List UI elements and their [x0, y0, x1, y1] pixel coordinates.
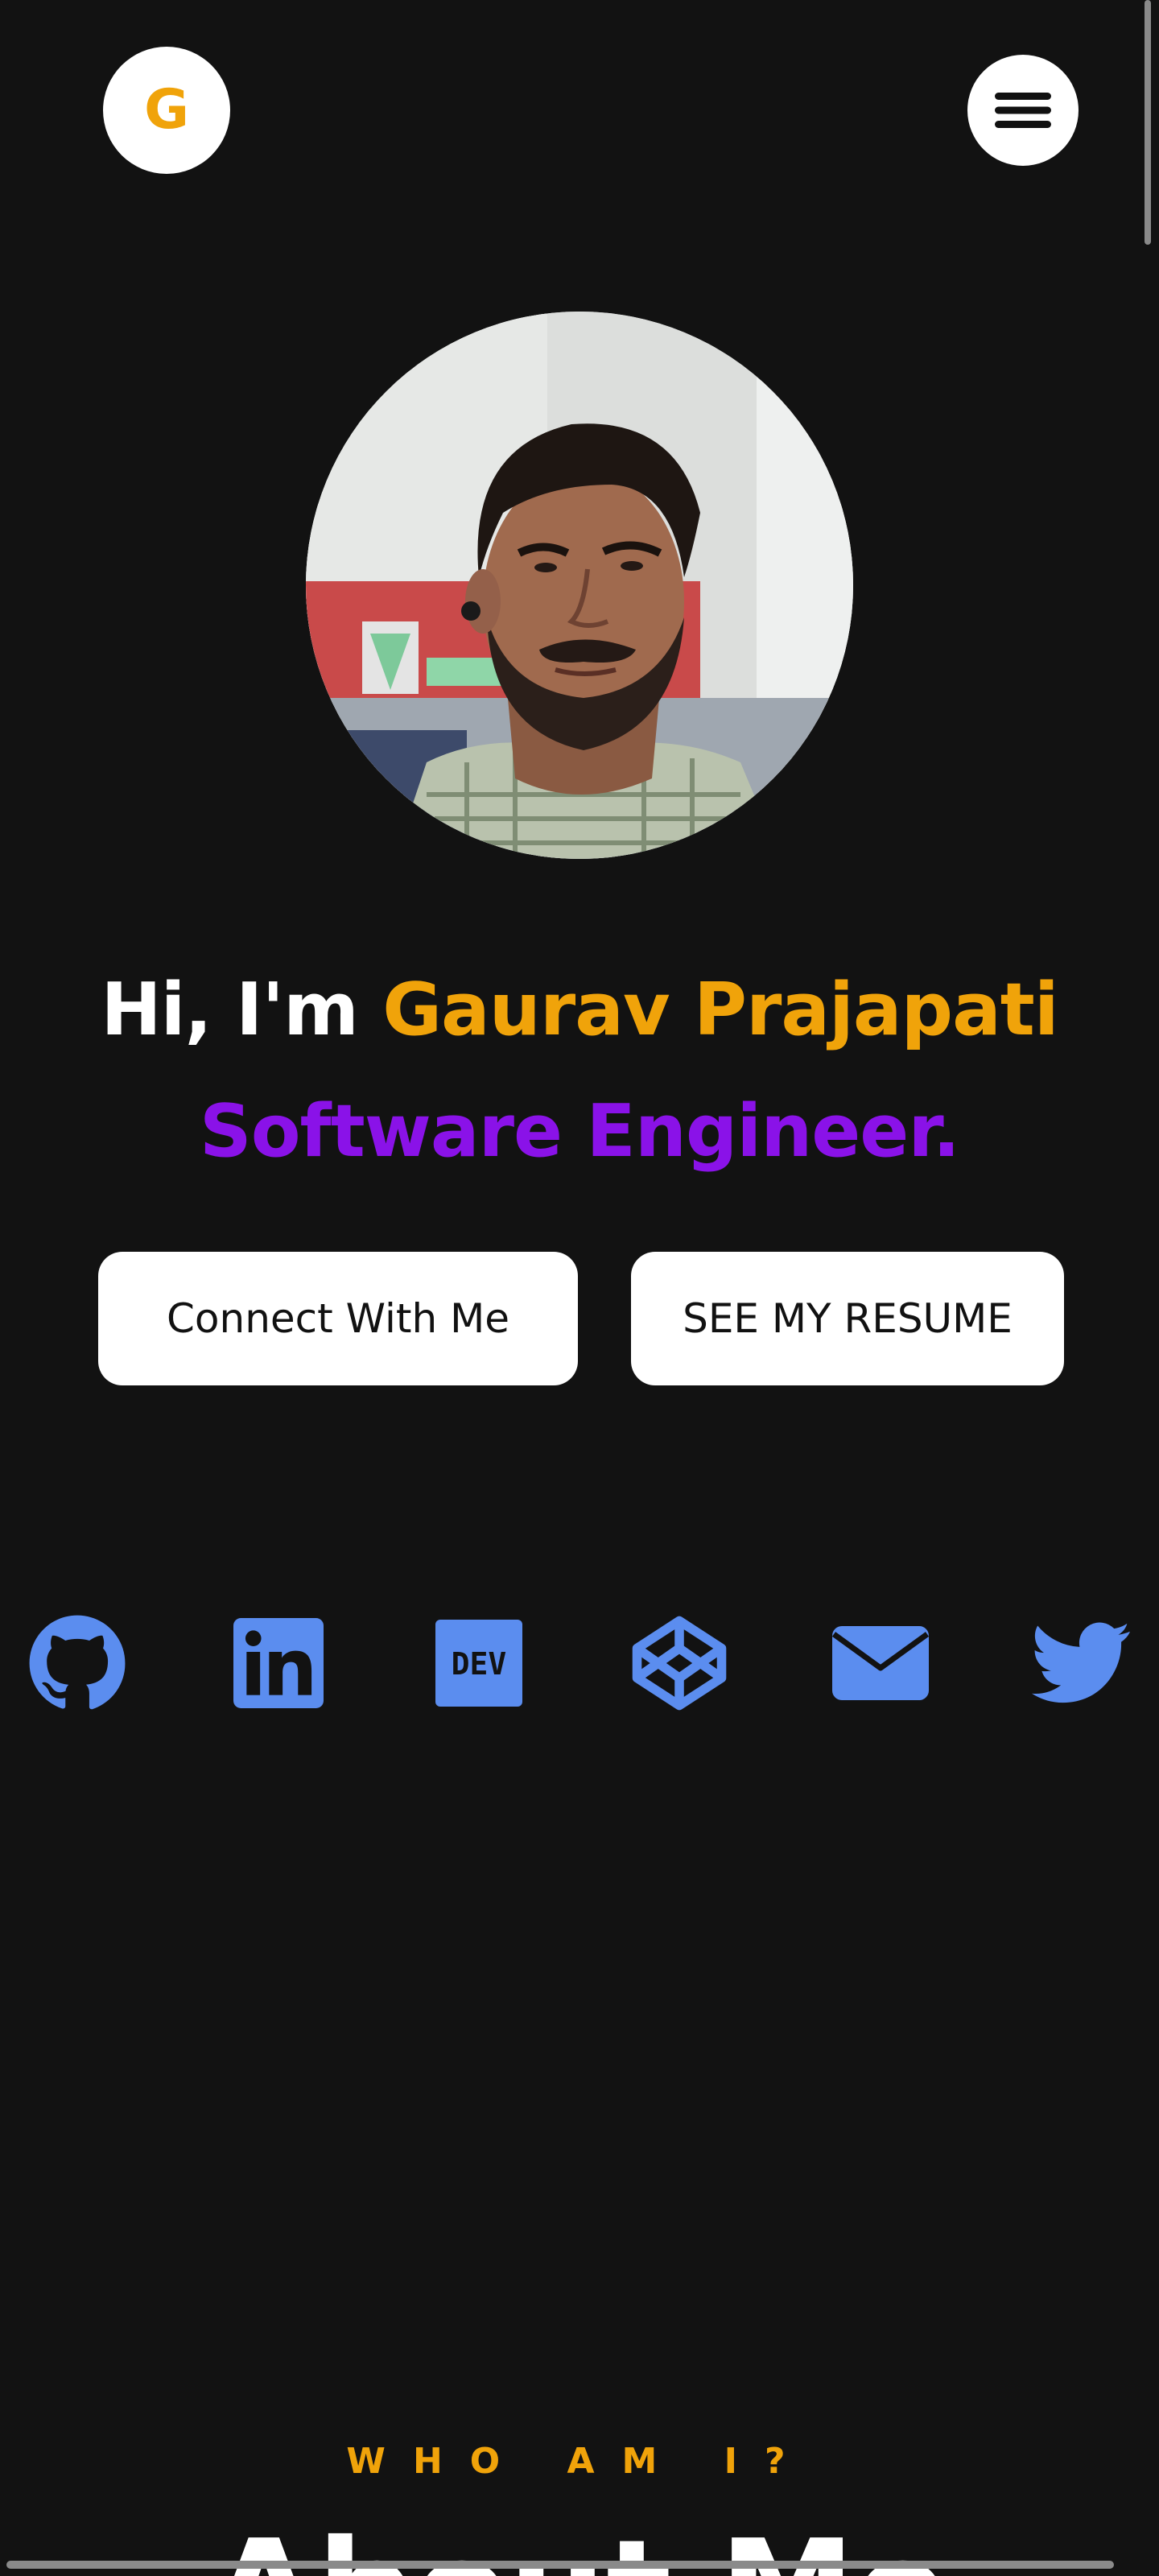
hero-role: Software Engineer.	[199, 1089, 960, 1174]
linkedin-link[interactable]	[224, 1608, 333, 1718]
dev-to-link[interactable]: DEV	[424, 1608, 534, 1718]
about-eyebrow: WHO AM I?	[346, 2441, 813, 2482]
greeting-text: Hi, I'm	[101, 968, 383, 1052]
twitter-icon	[1032, 1622, 1130, 1703]
github-icon	[29, 1615, 126, 1710]
profile-avatar	[306, 312, 853, 859]
see-my-resume-button[interactable]: SEE MY RESUME	[631, 1252, 1064, 1385]
portfolio-page: G Hi, I'm Gaurav Prajapati Software Engi…	[0, 0, 1159, 2576]
linkedin-icon	[233, 1618, 324, 1708]
vertical-scrollbar[interactable]	[1145, 0, 1151, 245]
connect-with-me-button[interactable]: Connect With Me	[98, 1252, 578, 1385]
twitter-link[interactable]	[1027, 1608, 1136, 1718]
codepen-icon	[632, 1616, 727, 1711]
menu-button[interactable]	[967, 55, 1079, 166]
github-link[interactable]	[23, 1608, 132, 1718]
hamburger-menu-icon	[995, 93, 1051, 128]
hero-name: Gaurav Prajapati	[382, 968, 1058, 1052]
hero-greeting-line: Hi, I'm Gaurav Prajapati	[0, 962, 1159, 1059]
dev-to-icon-text: DEV	[452, 1646, 507, 1682]
dev-to-icon: DEV	[435, 1620, 522, 1707]
logo-button[interactable]: G	[103, 47, 230, 174]
codepen-link[interactable]	[625, 1608, 734, 1718]
email-icon	[831, 1626, 930, 1700]
profile-photo	[306, 312, 853, 859]
logo-letter: G	[144, 78, 189, 142]
email-link[interactable]	[826, 1608, 935, 1718]
horizontal-scrollbar[interactable]	[6, 2561, 1114, 2569]
